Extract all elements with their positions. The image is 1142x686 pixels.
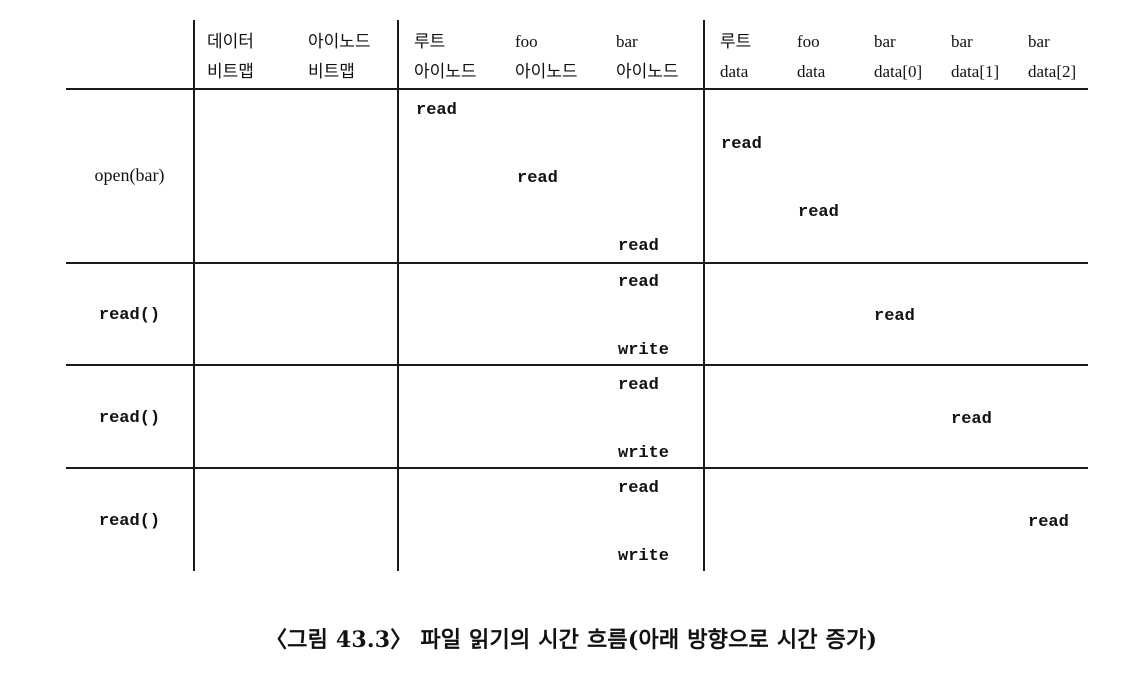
column-header-line2: 비트맵 <box>308 62 355 81</box>
column-header-line2: data[2] <box>1028 62 1077 81</box>
column-header-line1: bar <box>874 32 896 51</box>
column-header-data-bitmap: 데이터 비트맵 <box>207 27 254 87</box>
table-vrule-after-operation <box>193 20 195 571</box>
table-rule-row3-bottom <box>66 467 1088 469</box>
op-read-bar-inode: read <box>618 273 659 292</box>
column-header-line1: foo <box>515 32 538 51</box>
column-header-inode-bitmap: 아이노드 비트맵 <box>308 27 371 87</box>
column-header-line2: 아이노드 <box>616 62 679 81</box>
column-header-line1: 데이터 <box>207 32 254 51</box>
table-rule-row1-bottom <box>66 262 1088 264</box>
column-header-line1: bar <box>1028 32 1050 51</box>
column-header-bar-data0: bar data[0] <box>874 27 922 87</box>
op-read-root-inode: read <box>416 101 457 120</box>
column-header-root-data: 루트 data <box>720 27 751 87</box>
column-header-line1: 아이노드 <box>308 32 371 51</box>
row-label-read-2: read() <box>98 409 161 428</box>
op-read-bar-data0: read <box>874 307 915 326</box>
table-vrule-after-bitmaps <box>397 20 399 571</box>
column-header-line1: bar <box>616 32 638 51</box>
op-read-foo-inode: read <box>517 169 558 188</box>
column-header-bar-data2: bar data[2] <box>1028 27 1076 87</box>
op-read-bar-inode: read <box>618 376 659 395</box>
column-header-line1: foo <box>797 32 820 51</box>
op-read-bar-data2: read <box>1028 513 1069 532</box>
column-header-line1: 루트 <box>414 32 446 51</box>
column-header-line1: bar <box>951 32 973 51</box>
table-vrule-after-inodes <box>703 20 705 571</box>
figure-caption: 〈그림 43.3〉 파일 읽기의 시간 흐름(아래 방향으로 시간 증가) <box>264 627 878 653</box>
column-header-foo-data: foo data <box>797 27 825 87</box>
op-read-bar-inode: read <box>618 479 659 498</box>
op-write-bar-inode: write <box>618 444 670 463</box>
row-label-open-bar: open(bar) <box>94 165 165 185</box>
table-rule-row2-bottom <box>66 364 1088 366</box>
column-header-root-inode: 루트 아이노드 <box>414 27 477 87</box>
row-label-read-3: read() <box>98 512 161 531</box>
column-header-foo-inode: foo 아이노드 <box>515 27 578 87</box>
column-header-bar-inode: bar 아이노드 <box>616 27 679 87</box>
column-header-bar-data1: bar data[1] <box>951 27 999 87</box>
op-write-bar-inode: write <box>618 341 670 360</box>
column-header-line2: data <box>720 62 749 81</box>
op-read-bar-inode: read <box>618 237 659 256</box>
column-header-line2: data[1] <box>951 62 1000 81</box>
table-rule-header-bottom <box>66 88 1088 90</box>
figure-43-3: 데이터 비트맵 아이노드 비트맵 루트 아이노드 foo 아이노드 bar 아이… <box>0 0 1142 686</box>
column-header-line2: 비트맵 <box>207 62 254 81</box>
op-write-bar-inode: write <box>618 547 670 566</box>
column-header-line2: data[0] <box>874 62 923 81</box>
column-header-line2: 아이노드 <box>414 62 477 81</box>
op-read-bar-data1: read <box>951 410 992 429</box>
column-header-line1: 루트 <box>720 32 752 51</box>
op-read-foo-data: read <box>798 203 839 222</box>
column-header-line2: data <box>797 62 826 81</box>
op-read-root-data: read <box>721 135 762 154</box>
column-header-line2: 아이노드 <box>515 62 578 81</box>
row-label-read-1: read() <box>98 306 161 325</box>
